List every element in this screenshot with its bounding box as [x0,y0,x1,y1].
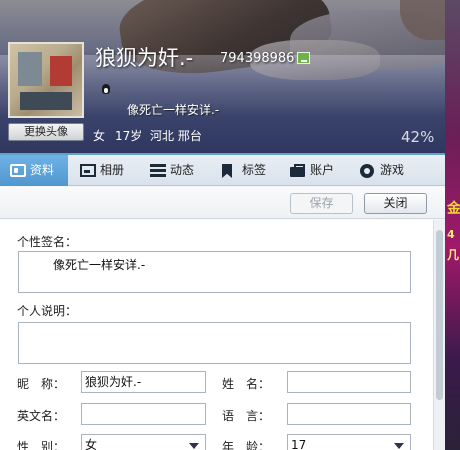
tab-games[interactable]: 游戏 [350,155,414,186]
photo-icon [80,164,96,177]
tab-album[interactable]: 相册 [70,155,134,186]
side-banner: 金 4 几 [445,0,460,450]
toolbar: 保存 关闭 [0,187,445,219]
save-button[interactable]: 保存 [290,193,353,214]
nickname-input[interactable]: 狼狈为奸.- [81,371,206,393]
gender-select[interactable]: 女 [81,434,206,450]
list-icon [150,164,166,177]
scroll-thumb[interactable] [436,230,443,400]
signature-value: 像死亡一样安详.- [53,258,146,272]
side-banner-text: 金 [447,201,460,217]
signature-text: 像死亡一样安详.- [127,103,220,117]
age-value: 17 [291,438,307,450]
age-text: 17岁 [115,129,143,143]
edit-icon[interactable] [297,52,310,64]
tab-bar: 资料 相册 动态 标签 账户 游戏 [0,153,445,186]
english-name-input[interactable] [81,403,206,425]
tab-profile[interactable]: 资料 [0,155,68,186]
language-label: 语 言： [222,409,271,423]
tab-label: 相册 [100,163,125,177]
profile-header: 更换头像 狼狈为奸.- 794398986 像死亡一样安详.- 女 17岁 河北… [0,0,445,153]
tab-account[interactable]: 账户 [280,155,344,186]
tab-label: 资料 [30,163,55,177]
language-input[interactable] [287,403,411,425]
qq-number: 794398986 [220,51,295,66]
age-select[interactable]: 17 [287,434,411,450]
surname-input[interactable] [287,371,411,393]
tab-feed[interactable]: 动态 [140,155,204,186]
vertical-scrollbar[interactable] [433,220,445,450]
age-label: 年 龄： [222,440,271,450]
briefcase-icon [290,164,306,177]
gender-text: 女 [93,129,106,143]
signature-field[interactable]: 像死亡一样安详.- [18,251,411,293]
profile-content: 保存 关闭 个性签名： 像死亡一样安详.- 个人说明： 昵 称： 狼狈为奸.- … [0,187,445,450]
tab-label: 动态 [170,163,195,177]
game-icon [360,164,376,178]
profile-form: 个性签名： 像死亡一样安详.- 个人说明： 昵 称： 狼狈为奸.- 姓 名： 英… [0,220,433,450]
avatar[interactable] [8,42,84,118]
nickname-label: 昵 称： [17,377,66,391]
description-field[interactable] [18,322,411,364]
location-text: 河北 邢台 [150,129,202,143]
gender-value: 女 [85,438,98,450]
penguin-icon [102,84,110,94]
signature-label: 个性签名： [17,235,78,249]
close-button[interactable]: 关闭 [364,193,427,214]
tab-label: 账户 [310,163,335,177]
tab-label: 标签 [242,163,267,177]
id-card-icon [10,164,26,177]
side-banner-text: 几 [447,248,460,262]
tab-label: 游戏 [380,163,405,177]
description-label: 个人说明： [17,304,78,318]
chevron-down-icon [189,443,199,449]
gender-label: 性 别： [17,440,66,450]
change-avatar-button[interactable]: 更换头像 [8,123,84,141]
chevron-down-icon [394,443,404,449]
side-banner-text: 4 [447,228,455,241]
tab-tags[interactable]: 标签 [212,155,276,186]
english-name-label: 英文名： [17,409,66,423]
surname-label: 姓 名： [222,377,271,391]
bookmark-icon [222,164,232,177]
profile-completion: 42% [401,128,435,146]
nickname-title: 狼狈为奸.- [95,46,194,70]
